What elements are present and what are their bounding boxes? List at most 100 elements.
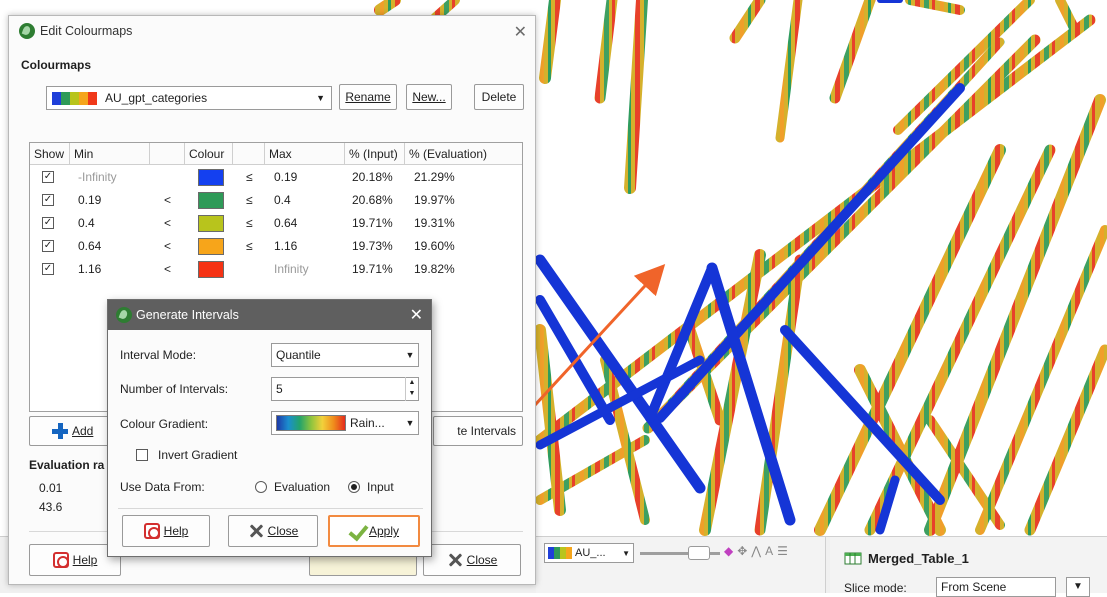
- min-value[interactable]: 0.64: [74, 235, 101, 258]
- add-button[interactable]: Add: [29, 416, 115, 446]
- interval-mode-select[interactable]: Quantile: [271, 343, 419, 367]
- letter-a-icon[interactable]: A: [765, 544, 773, 558]
- table-row[interactable]: ✓ 0.64 < ≤1.16 19.73% 19.60%: [30, 235, 522, 258]
- divider: [118, 508, 423, 509]
- show-checkbox[interactable]: ✓: [42, 240, 54, 252]
- table-row[interactable]: ✓ -Infinity ≤0.19 20.18% 21.29%: [30, 166, 522, 189]
- invert-gradient-label: Invert Gradient: [158, 448, 238, 462]
- generate-intervals-button[interactable]: te Intervals: [433, 416, 523, 446]
- colour-swatch[interactable]: [198, 261, 224, 278]
- generate-intervals-dialog: Generate Intervals ✕ Interval Mode: Quan…: [107, 299, 432, 557]
- min-value[interactable]: 0.19: [74, 189, 101, 212]
- max-value[interactable]: 1.16: [270, 235, 297, 258]
- show-checkbox[interactable]: ✓: [42, 171, 54, 183]
- paint-icon[interactable]: ◆: [724, 544, 733, 558]
- max-value[interactable]: 0.64: [270, 212, 297, 235]
- opacity-slider-handle[interactable]: [688, 546, 710, 560]
- help-icon: [52, 552, 69, 568]
- max-value[interactable]: 0.19: [270, 166, 297, 189]
- colourmap-name: AU_gpt_categories: [105, 91, 208, 105]
- dialog-title: Edit Colourmaps: [40, 24, 133, 38]
- min-value[interactable]: 1.16: [74, 258, 101, 281]
- col-max-op: [233, 143, 265, 165]
- wave-icon[interactable]: ⋀: [751, 544, 761, 558]
- table-icon: [844, 552, 862, 565]
- close-button[interactable]: Close: [228, 515, 318, 547]
- scene-tools: ◆ ✥ ⋀ A ☰: [724, 544, 788, 558]
- min-operator: <: [164, 216, 172, 230]
- close-icon: [447, 552, 463, 568]
- chevron-down-icon: ▼: [622, 548, 630, 558]
- colour-swatch[interactable]: [198, 215, 224, 232]
- max-operator: ≤: [246, 193, 253, 207]
- min-value[interactable]: -Infinity: [74, 166, 117, 189]
- colour-swatch[interactable]: [198, 169, 224, 186]
- close-icon[interactable]: ✕: [514, 22, 527, 42]
- max-operator: ≤: [246, 239, 253, 253]
- evaluation-radio-label: Evaluation: [274, 480, 331, 494]
- table-row[interactable]: ✓ 0.4 < ≤0.64 19.71% 19.31%: [30, 212, 522, 235]
- eval-max-value: 43.6: [39, 500, 63, 514]
- min-operator: <: [164, 239, 172, 253]
- scene-colourmap-select[interactable]: AU_... ▼: [544, 543, 634, 563]
- pct-input-value: 19.71%: [352, 262, 393, 276]
- interval-mode-label: Interval Mode:: [120, 348, 197, 362]
- evaluation-range-label: Evaluation ra: [29, 458, 105, 472]
- min-operator: <: [164, 193, 172, 207]
- checkmark-icon: [349, 523, 365, 539]
- col-pct-input: % (Input): [345, 143, 405, 165]
- close-icon[interactable]: ✕: [410, 305, 423, 325]
- num-intervals-input[interactable]: 5: [271, 377, 419, 401]
- show-checkbox[interactable]: ✓: [42, 194, 54, 206]
- dialog-title-bar[interactable]: Generate Intervals ✕: [108, 300, 431, 330]
- chevron-down-icon[interactable]: ▼: [401, 411, 419, 435]
- input-radio[interactable]: [348, 481, 360, 493]
- max-operator: ≤: [246, 170, 253, 184]
- rename-button[interactable]: Rename: [339, 84, 397, 110]
- app-logo-icon: [19, 23, 35, 39]
- pct-eval-value: 19.60%: [414, 239, 455, 253]
- show-checkbox[interactable]: ✓: [42, 217, 54, 229]
- max-value[interactable]: Infinity: [270, 258, 309, 281]
- app-logo-icon: [116, 307, 132, 323]
- evaluation-radio[interactable]: [255, 481, 267, 493]
- close-icon: [248, 523, 264, 539]
- table-row[interactable]: ✓ 1.16 < Infinity 19.71% 19.82%: [30, 258, 522, 281]
- colourmaps-section-label: Colourmaps: [21, 58, 92, 72]
- help-button[interactable]: Help: [122, 515, 210, 547]
- list-icon[interactable]: ☰: [777, 544, 788, 558]
- dialog-title: Generate Intervals: [136, 308, 239, 322]
- apply-button[interactable]: Apply: [328, 515, 420, 547]
- colour-swatch[interactable]: [198, 238, 224, 255]
- pct-input-value: 19.73%: [352, 239, 393, 253]
- colourmap-select[interactable]: AU_gpt_categories ▼: [46, 86, 332, 110]
- col-show: Show: [30, 143, 70, 165]
- scene-colourmap-label: AU_...: [575, 547, 606, 559]
- mini-colourmap-swatches: [548, 547, 572, 559]
- colour-gradient-select[interactable]: Rain...: [271, 411, 419, 435]
- help-icon: [143, 523, 160, 539]
- pct-input-value: 20.18%: [352, 170, 393, 184]
- invert-gradient-checkbox[interactable]: [136, 449, 148, 461]
- col-pct-eval: % (Evaluation): [409, 147, 488, 161]
- use-data-label: Use Data From:: [120, 480, 205, 494]
- min-operator: <: [164, 262, 172, 276]
- chevron-down-icon[interactable]: ▼: [1066, 577, 1090, 597]
- spinner-arrows-icon[interactable]: ▲ ▼: [405, 377, 418, 401]
- show-checkbox[interactable]: ✓: [42, 263, 54, 275]
- delete-button[interactable]: Delete: [474, 84, 524, 110]
- arrows-icon[interactable]: ✥: [737, 544, 747, 558]
- slice-mode-select[interactable]: From Scene: [936, 577, 1056, 597]
- max-value[interactable]: 0.4: [270, 189, 291, 212]
- close-button[interactable]: Close: [423, 544, 521, 576]
- table-row[interactable]: ✓ 0.19 < ≤0.4 20.68% 19.97%: [30, 189, 522, 212]
- chevron-down-icon[interactable]: ▼: [401, 343, 419, 367]
- colour-swatch[interactable]: [198, 192, 224, 209]
- min-operator: [160, 166, 164, 189]
- min-value[interactable]: 0.4: [74, 212, 95, 235]
- dialog-title-bar[interactable]: Edit Colourmaps ✕: [9, 16, 535, 48]
- pct-eval-value: 19.31%: [414, 216, 455, 230]
- new-button[interactable]: New...: [406, 84, 452, 110]
- col-max: Max: [265, 143, 345, 165]
- pct-input-value: 19.71%: [352, 216, 393, 230]
